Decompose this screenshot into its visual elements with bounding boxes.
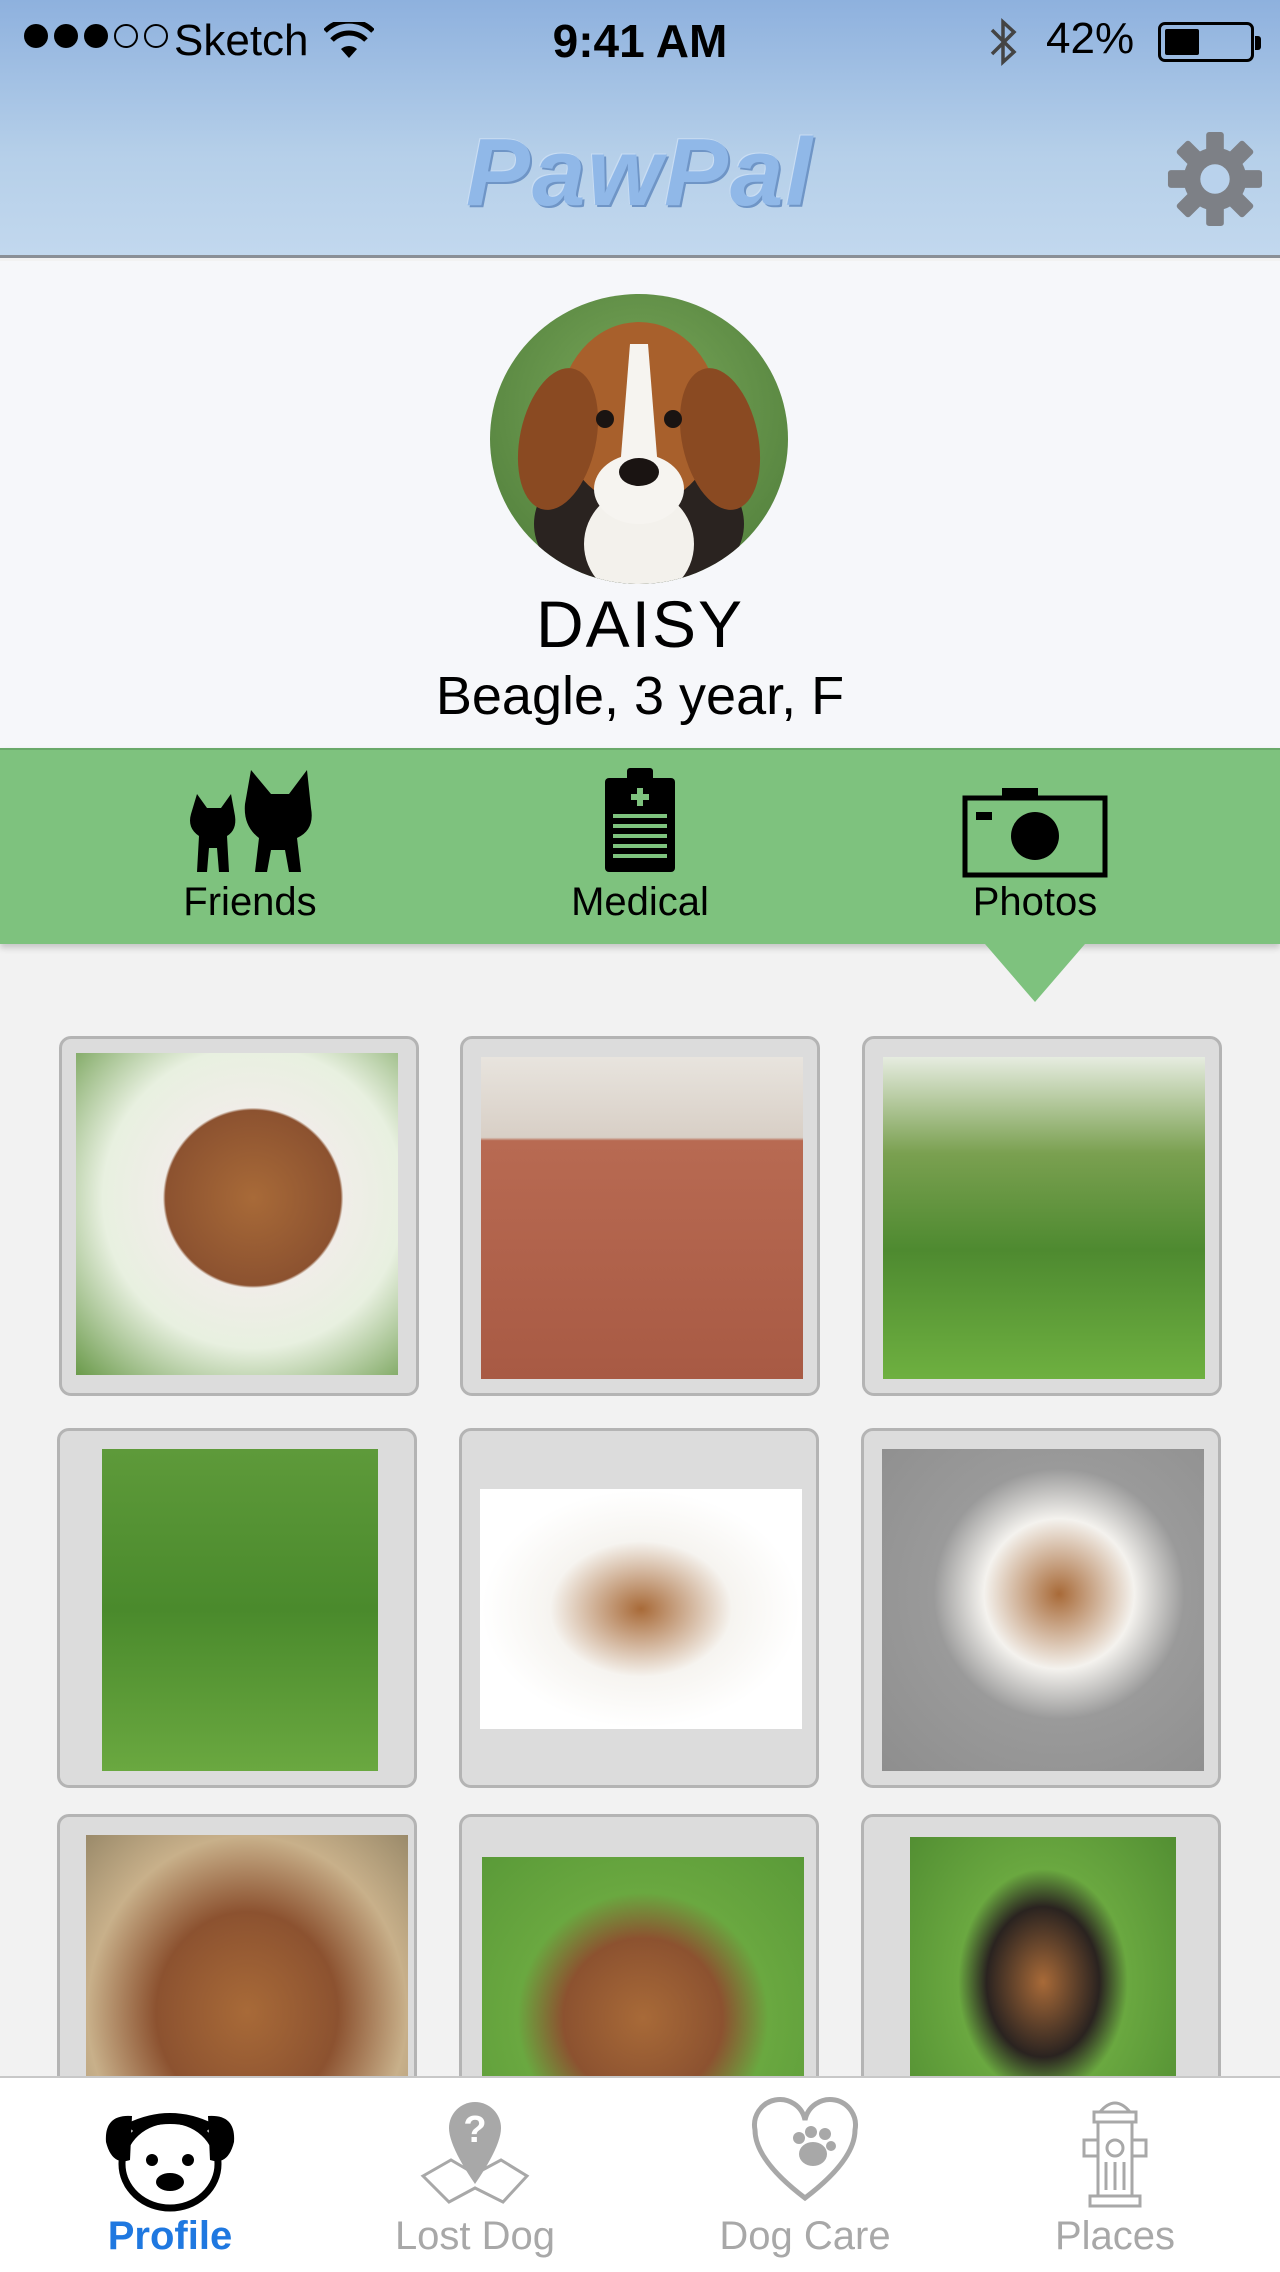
dog-photo-image	[883, 1057, 1205, 1379]
tab-medical[interactable]: Medical	[540, 750, 740, 946]
dog-photo-image	[481, 1057, 803, 1379]
clipboard-icon	[605, 768, 675, 872]
camera-icon	[962, 788, 1108, 878]
tab-friends[interactable]: Friends	[150, 750, 350, 946]
svg-text:?: ?	[463, 2109, 486, 2151]
nav-lost-dog[interactable]: ? Lost Dog	[360, 2078, 590, 2272]
tab-photos-label: Photos	[972, 880, 1098, 924]
profile-tab-bar: Friends Medical Photos	[0, 748, 1280, 944]
nav-profile[interactable]: Profile	[60, 2078, 280, 2272]
beagle-portrait-image	[517, 322, 761, 584]
nav-profile-label: Profile	[107, 2214, 233, 2258]
dog-photo-image	[102, 1449, 378, 1771]
fire-hydrant-icon	[1082, 2101, 1148, 2208]
nav-dog-care[interactable]: Dog Care	[690, 2078, 920, 2272]
photo-thumbnail[interactable]	[862, 1036, 1222, 1396]
dog-profile: DAISY Beagle, 3 year, F	[0, 261, 1280, 748]
tab-photos[interactable]: Photos	[935, 750, 1135, 946]
app-title: PawPal	[465, 119, 815, 226]
heart-paw-icon	[752, 2097, 858, 2202]
dog-face-icon	[105, 2113, 235, 2212]
bluetooth-icon	[990, 18, 1017, 66]
photo-thumbnail[interactable]	[59, 1036, 419, 1396]
nav-places-label: Places	[1054, 2214, 1176, 2258]
battery-percent: 42%	[1046, 14, 1135, 63]
selected-tab-indicator	[985, 944, 1085, 1002]
photo-thumbnail[interactable]	[57, 1428, 417, 1788]
dog-details: Beagle, 3 year, F	[435, 666, 845, 726]
map-marker-question-icon: ?	[420, 2102, 530, 2204]
dog-name: DAISY	[535, 587, 745, 661]
tab-medical-label: Medical	[571, 880, 709, 924]
cat-dog-icon	[190, 770, 312, 872]
photo-thumbnail[interactable]	[460, 1036, 820, 1396]
status-bar: Sketch 9:41 AM 42%	[0, 0, 1280, 84]
dog-photo-image	[76, 1053, 398, 1375]
photo-thumbnail[interactable]	[459, 1428, 819, 1788]
app-header: Sketch 9:41 AM 42% PawPal	[0, 0, 1280, 258]
photo-thumbnail[interactable]	[861, 1428, 1221, 1788]
battery-icon	[1158, 22, 1261, 62]
nav-lost-dog-label: Lost Dog	[394, 2214, 556, 2258]
nav-places[interactable]: Places	[1010, 2078, 1220, 2272]
dog-photo-image	[480, 1489, 802, 1729]
dog-avatar[interactable]	[490, 294, 788, 584]
tab-friends-label: Friends	[183, 880, 317, 924]
bottom-navigation: Profile ? Lost Dog Dog Care Places	[0, 2076, 1280, 2272]
gear-icon[interactable]	[1166, 130, 1264, 228]
nav-dog-care-label: Dog Care	[719, 2214, 891, 2258]
dog-photo-image	[882, 1449, 1204, 1771]
